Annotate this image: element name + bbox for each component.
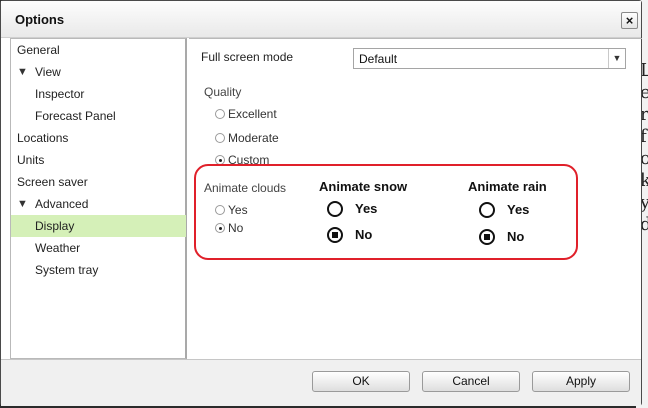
animate-rain-label: Animate rain xyxy=(468,179,547,194)
tree-item-forecast-panel[interactable]: Forecast Panel xyxy=(11,105,186,127)
tree-item-view[interactable]: ▼ View xyxy=(11,61,186,83)
cancel-button[interactable]: Cancel xyxy=(422,371,520,392)
expand-arrow-icon[interactable]: ▼ xyxy=(17,61,28,83)
dialog-footer: OK Cancel Apply xyxy=(1,359,641,406)
full-screen-mode-label: Full screen mode xyxy=(201,50,294,64)
tree-item-advanced[interactable]: ▼ Advanced xyxy=(11,193,186,215)
tree-item-label: View xyxy=(35,65,61,79)
radio-button[interactable] xyxy=(215,205,225,215)
options-dialog: Options × General ▼ View Inspector Forec… xyxy=(0,0,642,406)
tree-item-weather[interactable]: Weather xyxy=(11,237,186,259)
radio-label: Moderate xyxy=(228,131,279,145)
tree-item-label: Inspector xyxy=(35,87,85,101)
tree-item-locations[interactable]: Locations xyxy=(11,127,186,149)
quality-label: Quality xyxy=(204,85,242,99)
apply-button[interactable]: Apply xyxy=(532,371,630,392)
category-tree: General ▼ View Inspector Forecast Panel … xyxy=(10,38,187,359)
radio-label: No xyxy=(355,227,373,242)
tree-item-label: Display xyxy=(35,219,75,233)
radio-button[interactable] xyxy=(215,223,225,233)
display-settings-panel: Full screen mode Default ▼ Quality Excel… xyxy=(189,38,642,359)
tree-item-units[interactable]: Units xyxy=(11,149,186,171)
radio-button[interactable] xyxy=(215,133,225,143)
radio-button[interactable] xyxy=(327,201,343,217)
tree-item-label: General xyxy=(17,43,60,57)
radio-label: Excellent xyxy=(228,107,277,121)
radio-button[interactable] xyxy=(327,227,343,243)
tree-item-label: Units xyxy=(17,153,45,167)
expand-arrow-icon[interactable]: ▼ xyxy=(17,193,28,215)
radio-label: No xyxy=(507,229,525,244)
radio-label: No xyxy=(228,221,244,235)
tree-item-label: System tray xyxy=(35,263,99,277)
close-icon: × xyxy=(625,13,634,28)
tree-item-display[interactable]: Display xyxy=(11,215,186,237)
radio-button[interactable] xyxy=(479,229,495,245)
animate-snow-label: Animate snow xyxy=(319,179,408,194)
close-button[interactable]: × xyxy=(621,12,638,29)
radio-button[interactable] xyxy=(479,202,495,218)
radio-label: Yes xyxy=(355,201,378,216)
tree-item-label: Weather xyxy=(35,241,81,255)
tree-item-inspector[interactable]: Inspector xyxy=(11,83,186,105)
tree-item-general[interactable]: General xyxy=(11,39,186,61)
tree-item-label: Locations xyxy=(17,131,69,145)
tree-item-label: Advanced xyxy=(35,197,89,211)
radio-button[interactable] xyxy=(215,109,225,119)
ok-button[interactable]: OK xyxy=(312,371,410,392)
tree-item-label: Forecast Panel xyxy=(35,109,116,123)
tree-item-screen-saver[interactable]: Screen saver xyxy=(11,171,186,193)
tree-item-label: Screen saver xyxy=(17,175,88,189)
full-screen-mode-select[interactable]: Default ▼ xyxy=(353,48,626,69)
select-value: Default xyxy=(359,52,398,66)
tree-item-system-tray[interactable]: System tray xyxy=(11,259,186,281)
animate-clouds-label: Animate clouds xyxy=(204,181,287,195)
radio-label: Yes xyxy=(228,203,248,217)
dialog-titlebar[interactable]: Options × xyxy=(1,1,641,38)
dialog-title: Options xyxy=(15,12,65,27)
chevron-down-icon[interactable]: ▼ xyxy=(608,49,625,68)
radio-label: Yes xyxy=(507,202,530,217)
